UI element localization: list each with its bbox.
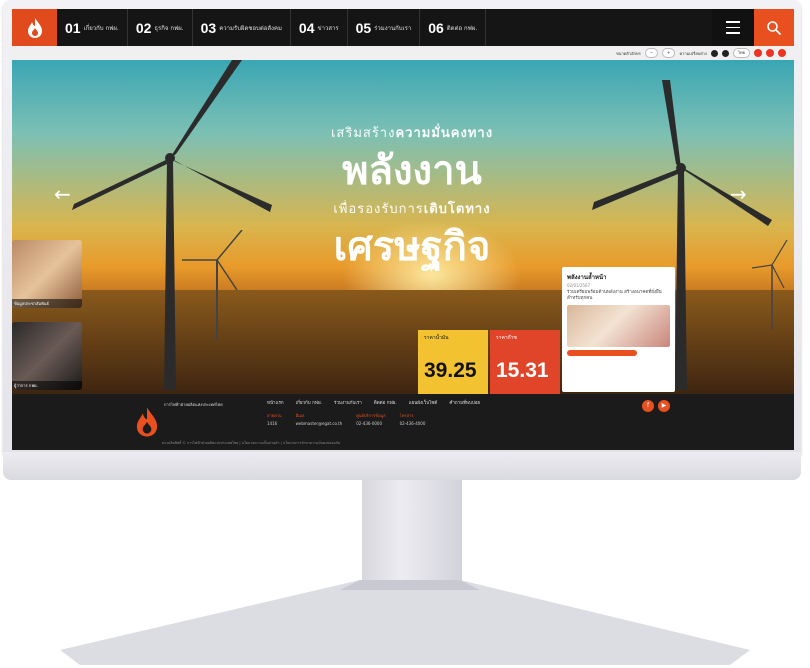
news-image [567, 305, 670, 347]
nav-label: ความรับผิดชอบต่อสังคม [219, 24, 282, 32]
footer-contact-columns: สายด่วน 1416 อีเมล webmaster@egat.co.th ศู… [267, 412, 425, 426]
footer-copyright: สงวนลิขสิทธิ์ © การไฟฟ้าฝ่ายผลิตแห่งประเ… [162, 441, 341, 445]
promo-card-governor[interactable]: ผู้ว่าการ กฟผ. [12, 322, 82, 390]
contrast-dark-icon[interactable] [722, 49, 729, 57]
news-title: พลังงานล้ำหน้า [567, 274, 607, 281]
nav-item-csr[interactable]: 03 ความรับผิดชอบต่อสังคม [193, 9, 291, 46]
monitor-chin [3, 452, 801, 480]
nav-label: ข่าวสาร [317, 24, 339, 32]
promo-card-family[interactable]: ข้อมูลประชาสัมพันธ์ [12, 240, 82, 308]
footer-link[interactable]: ติดต่อ กฟผ. [374, 399, 397, 406]
nav-label: ร่วมงานกับเรา [374, 24, 412, 32]
wind-turbine-illustration [72, 60, 272, 390]
youtube-icon[interactable] [766, 49, 774, 57]
contrast-toggle-icon[interactable] [711, 49, 718, 57]
nav-label: ธุรกิจ กฟผ. [154, 24, 184, 32]
facebook-icon[interactable]: f [642, 400, 654, 412]
flame-logo-icon [136, 407, 158, 437]
wind-turbine-illustration [752, 240, 788, 330]
footer-col-heading: สายด่วน [267, 413, 282, 418]
gas-price-box[interactable]: ราคาก๊าซ 15.31 [490, 330, 560, 394]
nav-label: เกี่ยวกับ กฟผ. [83, 24, 119, 32]
nav-num: 06 [428, 19, 444, 36]
egat-logo[interactable] [12, 9, 57, 46]
share-icon[interactable] [778, 49, 786, 57]
hero-headline-line1: เสริมสร้างความมั่นคงทาง [262, 122, 562, 143]
nav-item-business[interactable]: 02 ธุรกิจ กฟผ. [128, 9, 193, 46]
price-label: ราคาน้ำมัน [424, 335, 449, 341]
footer-col-value: 02-436-0000 [356, 421, 383, 426]
footer-link[interactable]: คำถามที่พบบ่อย [449, 399, 480, 406]
browser-screen: 01 เกี่ยวกับ กฟผ. 02 ธุรกิจ กฟผ. 03 ความรับ… [12, 9, 794, 450]
footer-col-value: 02-436-4000 [399, 421, 426, 426]
font-size-increase[interactable]: + [662, 48, 676, 58]
hero-subtext: เพื่อรองรับการ [333, 202, 424, 217]
oil-price-box[interactable]: ราคาน้ำมัน 39.25 [418, 330, 488, 394]
language-select[interactable]: ไทย [733, 48, 750, 58]
price-label: ราคาก๊าซ [496, 335, 517, 341]
footer-link[interactable]: หน้าแรก [267, 399, 284, 406]
news-body: ร่วมเตรียมพร้อมด้านพลังงาน สร้างอนาคตที่… [567, 290, 662, 301]
hero-banner: เสริมสร้างความมั่นคงทาง พลังงาน เพื่อรอง… [12, 60, 794, 394]
tiktok-icon[interactable] [754, 49, 762, 57]
utility-bar: ขนาดตัวอักษร − + ความเปรียบต่าง ไทย [12, 46, 794, 60]
monitor-stand-base [60, 580, 750, 665]
hero-title-economy: เศรษฐกิจ [333, 224, 491, 270]
nav-label: ติดต่อ กฟผ. [446, 24, 478, 32]
font-size-label: ขนาดตัวอักษร [615, 50, 641, 56]
youtube-icon[interactable]: ▶ [658, 400, 670, 412]
promo-card-caption: ผู้ว่าการ กฟผ. [12, 381, 82, 390]
footer-link[interactable]: เกี่ยวกับ กฟผ. [296, 399, 322, 406]
hero-title-energy: พลังงาน [342, 148, 482, 194]
nav-item-news[interactable]: 04 ข่าวสาร [291, 9, 348, 46]
nav-num: 02 [135, 19, 152, 36]
footer-social: f ▶ [642, 400, 670, 412]
carousel-next-arrow[interactable]: → [730, 182, 747, 206]
nav-item-about[interactable]: 01 เกี่ยวกับ กฟผ. [57, 9, 128, 46]
hero-subtext-bold: ความมั่นคงทาง [395, 126, 494, 141]
hero-subtext: เสริมสร้าง [330, 126, 396, 141]
footer-links: หน้าแรก เกี่ยวกับ กฟผ. ร่วมงานกับเรา ติด… [267, 399, 480, 406]
site-footer: การไฟฟ้าฝ่ายผลิตแห่งประเทศไทย หน้าแรก เก… [12, 394, 794, 450]
nav-item-careers[interactable]: 05 ร่วมงานกับเรา [348, 9, 421, 46]
nav-num: 01 [65, 19, 81, 36]
footer-contact-col: สายด่วน 1416 [267, 412, 282, 426]
footer-contact-col: โทรสาร 02-436-4000 [400, 412, 426, 426]
footer-col-heading: ศูนย์บริการข้อมูล [356, 413, 386, 418]
footer-col-value: 1416 [267, 421, 278, 426]
footer-contact-col: ศูนย์บริการข้อมูล 02-436-0000 [356, 412, 385, 426]
footer-col-heading: อีเมล [295, 413, 305, 418]
font-size-decrease[interactable]: − [644, 48, 659, 58]
footer-col-heading: โทรสาร [399, 413, 414, 418]
news-read-more-button[interactable] [567, 350, 637, 356]
hamburger-menu-button[interactable] [712, 9, 754, 46]
footer-col-value[interactable]: webmaster@egat.co.th [296, 421, 343, 426]
price-value: 15.31 [496, 359, 549, 382]
wind-turbine-illustration [182, 230, 243, 340]
news-card[interactable]: พลังงานล้ำหน้า 02/01/2567 ร่วมเตรียมพร้อ… [562, 267, 675, 392]
footer-link[interactable]: แผนผังเว็บไซต์ [409, 399, 438, 406]
flame-logo-icon [27, 17, 42, 38]
price-value: 39.25 [424, 359, 477, 382]
news-date: 02/01/2567 [567, 283, 591, 288]
carousel-prev-arrow[interactable]: ← [54, 182, 71, 206]
nav-num: 04 [298, 19, 315, 36]
footer-contact-col: อีเมล webmaster@egat.co.th [296, 412, 343, 426]
promo-card-caption: ข้อมูลประชาสัมพันธ์ [12, 299, 82, 308]
footer-org-name: การไฟฟ้าฝ่ายผลิตแห่งประเทศไทย [164, 402, 223, 407]
search-button[interactable] [754, 9, 794, 46]
contrast-label: ความเปรียบต่าง [679, 50, 707, 56]
hero-headline-line2: เพื่อรองรับการเติบโตทาง [262, 198, 562, 219]
footer-link[interactable]: ร่วมงานกับเรา [334, 399, 362, 406]
nav-item-contact[interactable]: 06 ติดต่อ กฟผ. [420, 9, 487, 46]
nav-num: 05 [355, 19, 372, 36]
search-icon [767, 20, 782, 35]
top-nav: 01 เกี่ยวกับ กฟผ. 02 ธุรกิจ กฟผ. 03 ความรับ… [12, 9, 794, 46]
nav-num: 03 [200, 19, 217, 36]
hero-subtext-bold: เติบโตทาง [423, 202, 491, 217]
